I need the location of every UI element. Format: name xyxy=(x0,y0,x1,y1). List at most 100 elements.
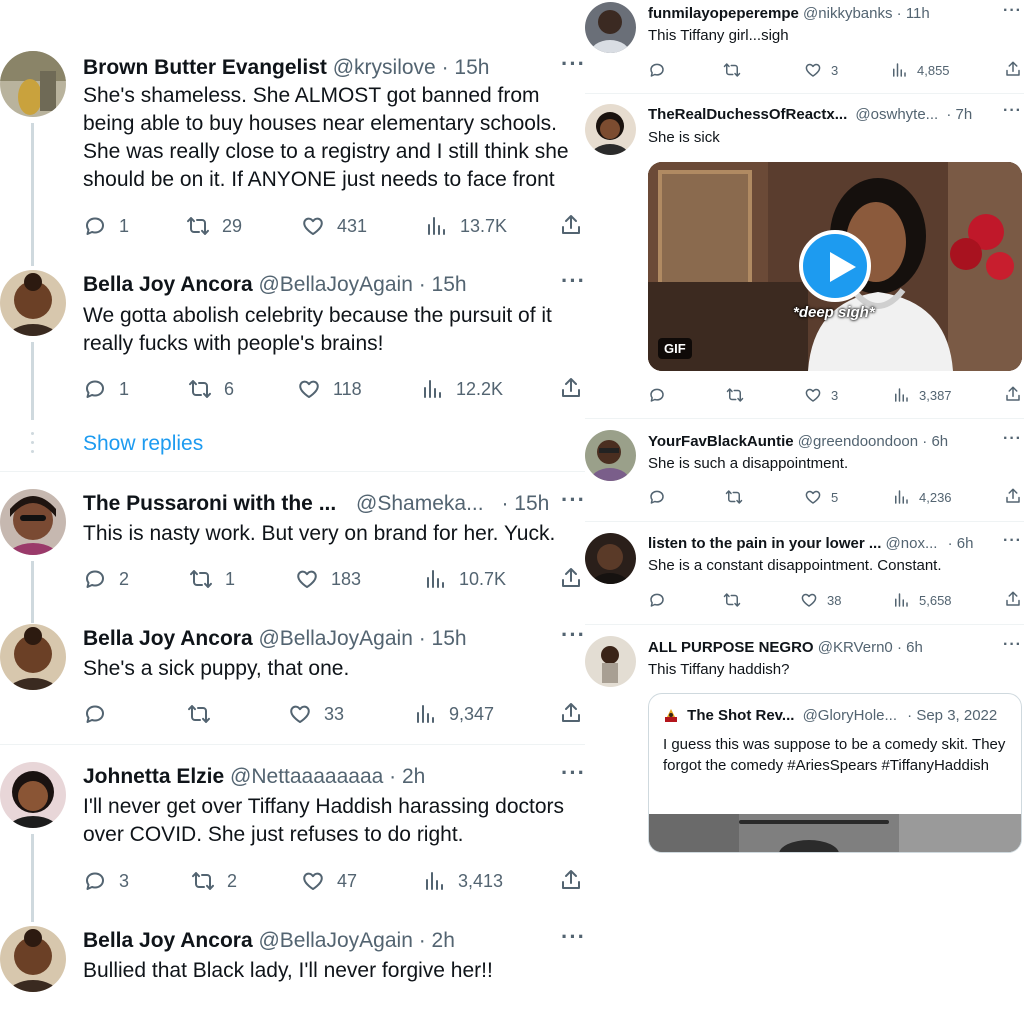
author-name[interactable]: listen to the pain in your lower ... xyxy=(648,535,881,552)
play-icon[interactable] xyxy=(799,230,871,302)
more-icon[interactable]: ··· xyxy=(561,624,585,654)
views-button[interactable]: 10.7K xyxy=(423,566,506,592)
more-icon[interactable]: ··· xyxy=(1003,533,1022,549)
share-button[interactable] xyxy=(559,868,583,897)
quoted-author-name[interactable]: The Shot Rev... xyxy=(687,707,794,724)
share-button[interactable] xyxy=(559,213,583,242)
reply-button[interactable]: 3 xyxy=(83,868,129,894)
avatar[interactable] xyxy=(585,430,636,481)
author-name[interactable]: Brown Butter Evangelist xyxy=(83,56,327,79)
views-button[interactable]: 3,413 xyxy=(422,868,503,894)
more-icon[interactable]: ··· xyxy=(1003,3,1022,19)
reply-button[interactable] xyxy=(83,701,119,727)
tweet[interactable]: ALL PURPOSE NEGRO @KRVern0 · 6h ··· This… xyxy=(585,636,1024,692)
share-button[interactable] xyxy=(559,701,583,730)
retweet-button[interactable] xyxy=(726,385,753,405)
more-icon[interactable]: ··· xyxy=(561,926,585,956)
author-handle[interactable]: @nox... xyxy=(886,535,938,552)
reply-button[interactable] xyxy=(648,60,675,80)
retweet-button[interactable]: 1 xyxy=(189,566,235,592)
views-button[interactable]: 3,387 xyxy=(892,385,952,405)
quoted-media[interactable] xyxy=(649,814,1021,852)
reply-button[interactable]: 1 xyxy=(83,376,129,402)
author-handle[interactable]: @KRVern0 xyxy=(818,639,893,656)
author-name[interactable]: Bella Joy Ancora xyxy=(83,273,253,296)
author-name[interactable]: YourFavBlackAuntie xyxy=(648,433,794,450)
views-button[interactable]: 5,658 xyxy=(892,590,952,610)
author-handle[interactable]: @krysilove xyxy=(333,56,436,79)
avatar[interactable] xyxy=(0,926,66,992)
author-name[interactable]: The Pussaroni with the ... xyxy=(83,492,336,515)
tweet[interactable]: Bella Joy Ancora @BellaJoyAgain · 15h ··… xyxy=(0,624,585,734)
author-handle[interactable]: @BellaJoyAgain xyxy=(258,627,412,650)
share-button[interactable] xyxy=(559,376,583,405)
retweet-button[interactable] xyxy=(723,590,750,610)
retweet-button[interactable]: 2 xyxy=(191,868,237,894)
avatar[interactable] xyxy=(0,762,66,828)
author-name[interactable]: Bella Joy Ancora xyxy=(83,929,253,952)
timestamp[interactable]: · 15h xyxy=(442,56,490,79)
avatar[interactable] xyxy=(585,104,636,155)
author-handle[interactable]: @BellaJoyAgain xyxy=(258,929,412,952)
retweet-button[interactable] xyxy=(187,701,223,727)
views-button[interactable]: 4,236 xyxy=(892,487,952,507)
tweet[interactable]: funmilayopeperempe @nikkybanks · 11h ···… xyxy=(585,2,1024,90)
author-handle[interactable]: @BellaJoyAgain xyxy=(258,273,412,296)
tweet[interactable]: Johnetta Elzie @Nettaaaaaaaa · 2h ··· I'… xyxy=(0,762,585,922)
author-handle[interactable]: @oswhyte... xyxy=(855,106,938,123)
timestamp[interactable]: · 7h xyxy=(946,106,972,123)
avatar[interactable] xyxy=(0,51,66,117)
tweet[interactable]: listen to the pain in your lower ... @no… xyxy=(585,533,1024,619)
like-button[interactable]: 431 xyxy=(301,213,367,239)
more-icon[interactable]: ··· xyxy=(561,489,585,519)
share-button[interactable] xyxy=(1004,590,1022,613)
reply-button[interactable] xyxy=(648,590,675,610)
retweet-button[interactable]: 6 xyxy=(188,376,234,402)
quoted-tweet[interactable]: The Shot Rev... @GloryHole... · Sep 3, 2… xyxy=(648,693,1022,853)
quoted-date[interactable]: · Sep 3, 2022 xyxy=(907,707,997,724)
media-scrubber[interactable] xyxy=(739,820,889,824)
more-icon[interactable]: ··· xyxy=(1003,431,1022,447)
author-name[interactable]: funmilayopeperempe xyxy=(648,5,799,22)
views-button[interactable]: 4,855 xyxy=(890,60,950,80)
share-button[interactable] xyxy=(559,566,583,595)
like-button[interactable]: 33 xyxy=(288,701,344,727)
avatar[interactable] xyxy=(0,489,66,555)
like-button[interactable]: 3 xyxy=(804,60,838,80)
views-button[interactable]: 12.2K xyxy=(420,376,503,402)
more-icon[interactable]: ··· xyxy=(1003,637,1022,653)
like-button[interactable]: 183 xyxy=(295,566,361,592)
timestamp[interactable]: · 15h xyxy=(501,492,549,515)
timestamp[interactable]: · 15h xyxy=(419,627,467,650)
tweet[interactable]: Bella Joy Ancora @BellaJoyAgain · 15h ··… xyxy=(0,270,585,420)
author-name[interactable]: ALL PURPOSE NEGRO xyxy=(648,639,814,656)
views-button[interactable]: 13.7K xyxy=(424,213,507,239)
timestamp[interactable]: · 6h xyxy=(897,639,923,656)
tweet[interactable]: Brown Butter Evangelist @krysilove · 15h… xyxy=(0,51,585,266)
tweet[interactable]: YourFavBlackAuntie @greendoondoon · 6h ·… xyxy=(585,430,1024,516)
author-handle[interactable]: @nikkybanks xyxy=(803,5,892,22)
timestamp[interactable]: · 11h xyxy=(897,5,930,22)
retweet-button[interactable] xyxy=(723,60,750,80)
like-button[interactable]: 47 xyxy=(301,868,357,894)
timestamp[interactable]: · 2h xyxy=(389,765,425,788)
author-name[interactable]: Johnetta Elzie xyxy=(83,765,224,788)
like-button[interactable]: 118 xyxy=(297,376,362,402)
more-icon[interactable]: ··· xyxy=(1003,103,1022,119)
reply-button[interactable]: 1 xyxy=(83,213,129,239)
reply-button[interactable] xyxy=(648,487,675,507)
timestamp[interactable]: · 6h xyxy=(922,433,948,450)
retweet-button[interactable] xyxy=(725,487,752,507)
share-button[interactable] xyxy=(1004,60,1022,83)
like-button[interactable]: 38 xyxy=(800,590,841,610)
avatar[interactable] xyxy=(0,624,66,690)
avatar[interactable] xyxy=(585,533,636,584)
like-button[interactable]: 5 xyxy=(804,487,838,507)
avatar[interactable] xyxy=(585,636,636,687)
avatar[interactable] xyxy=(585,2,636,53)
share-button[interactable] xyxy=(1004,487,1022,510)
timestamp[interactable]: · 15h xyxy=(419,273,467,296)
views-button[interactable]: 9,347 xyxy=(413,701,494,727)
timestamp[interactable]: · 6h xyxy=(948,535,974,552)
reply-button[interactable] xyxy=(648,385,675,405)
